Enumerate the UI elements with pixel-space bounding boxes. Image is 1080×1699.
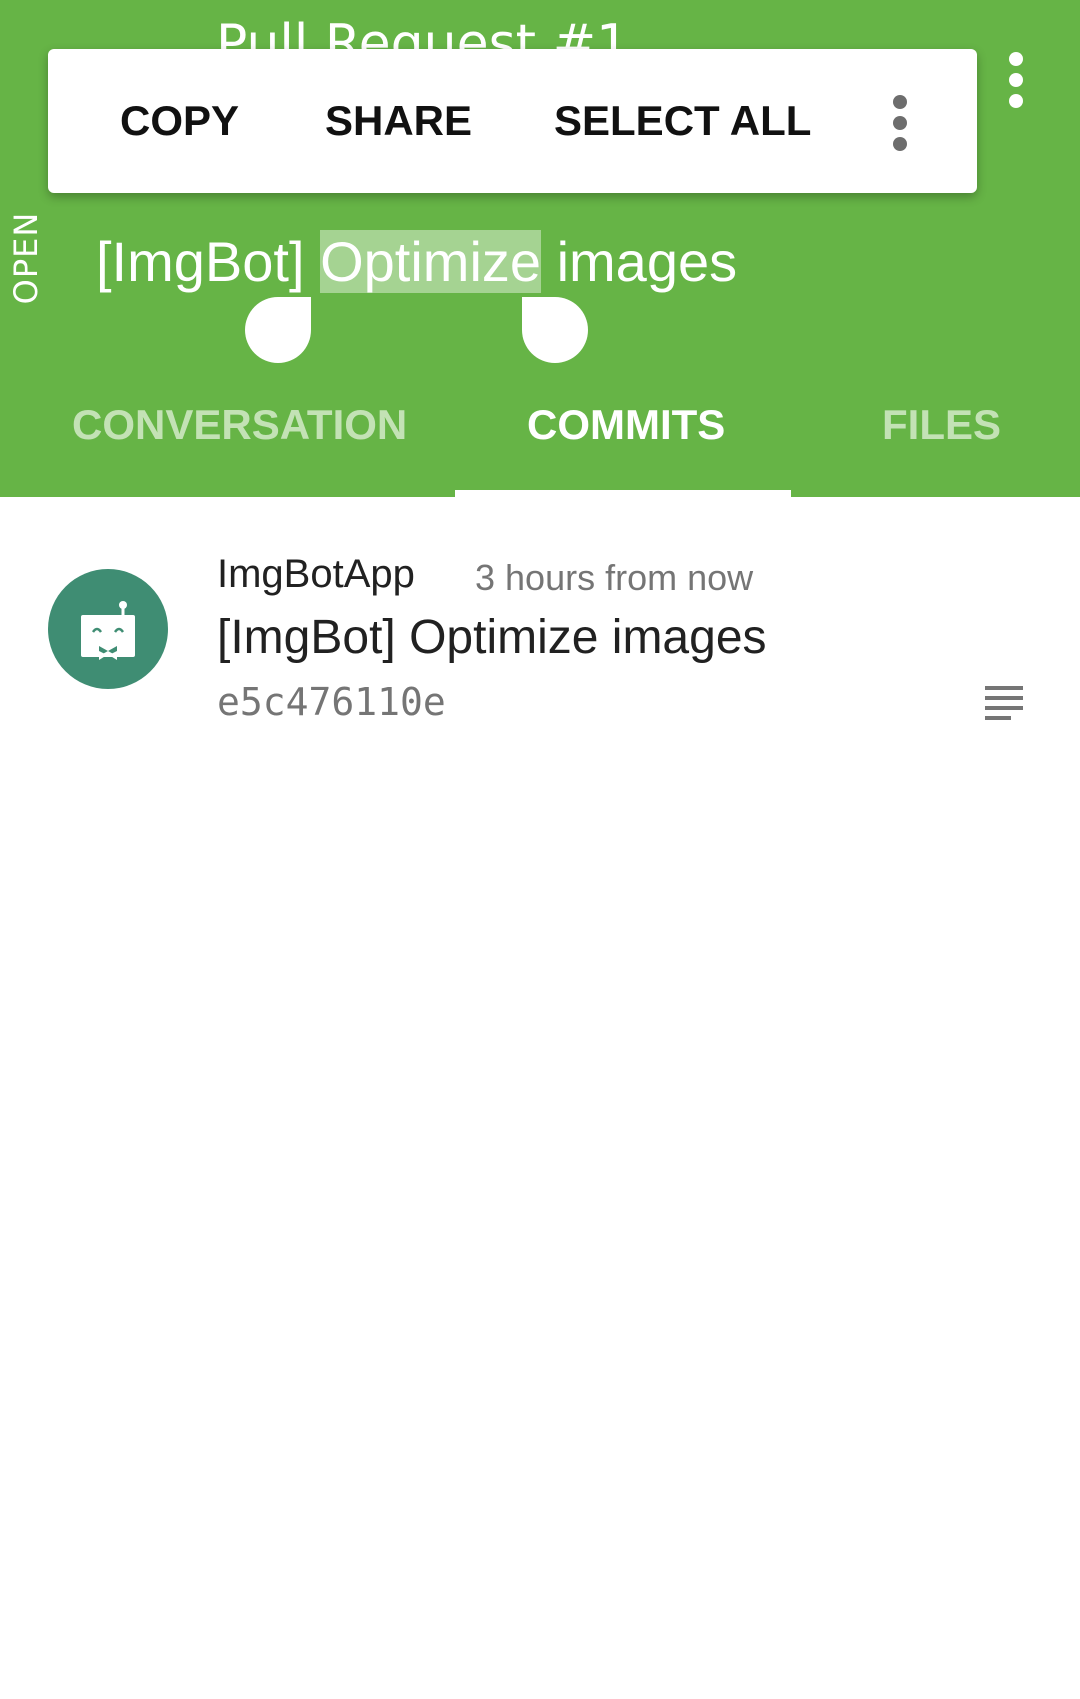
robot-icon	[81, 601, 135, 660]
avatar[interactable]	[48, 569, 168, 689]
active-tab-indicator	[455, 490, 791, 497]
pr-title-suffix: images	[541, 230, 738, 293]
selection-handle-end[interactable]	[522, 297, 588, 363]
commit-author: ImgBotApp	[217, 552, 415, 596]
selection-handle-start[interactable]	[245, 297, 311, 363]
share-button[interactable]: SHARE	[325, 49, 472, 193]
select-all-button[interactable]: SELECT ALL	[554, 49, 811, 193]
commit-list-item[interactable]: ImgBotApp 3 hours from now [ImgBot] Opti…	[0, 540, 1080, 740]
tab-commits[interactable]: COMMITS	[527, 395, 725, 455]
pr-title-prefix: [ImgBot]	[96, 230, 321, 293]
pr-title[interactable]: [ImgBot] Optimize images	[96, 222, 737, 302]
more-options-icon[interactable]	[886, 95, 914, 151]
commit-message: [ImgBot] Optimize images	[217, 611, 767, 664]
tab-files[interactable]: FILES	[882, 395, 1001, 455]
notes-icon[interactable]	[985, 686, 1025, 720]
copy-button[interactable]: COPY	[120, 49, 239, 193]
tab-conversation[interactable]: CONVERSATION	[72, 395, 407, 455]
commit-time: 3 hours from now	[475, 557, 754, 598]
overflow-menu-icon[interactable]	[995, 52, 1035, 108]
text-selection-menu: COPY SHARE SELECT ALL	[48, 49, 977, 193]
pr-status-open: OPEN	[7, 211, 45, 305]
commit-sha: e5c476110e	[217, 680, 446, 724]
selected-text[interactable]: Optimize	[320, 230, 542, 293]
